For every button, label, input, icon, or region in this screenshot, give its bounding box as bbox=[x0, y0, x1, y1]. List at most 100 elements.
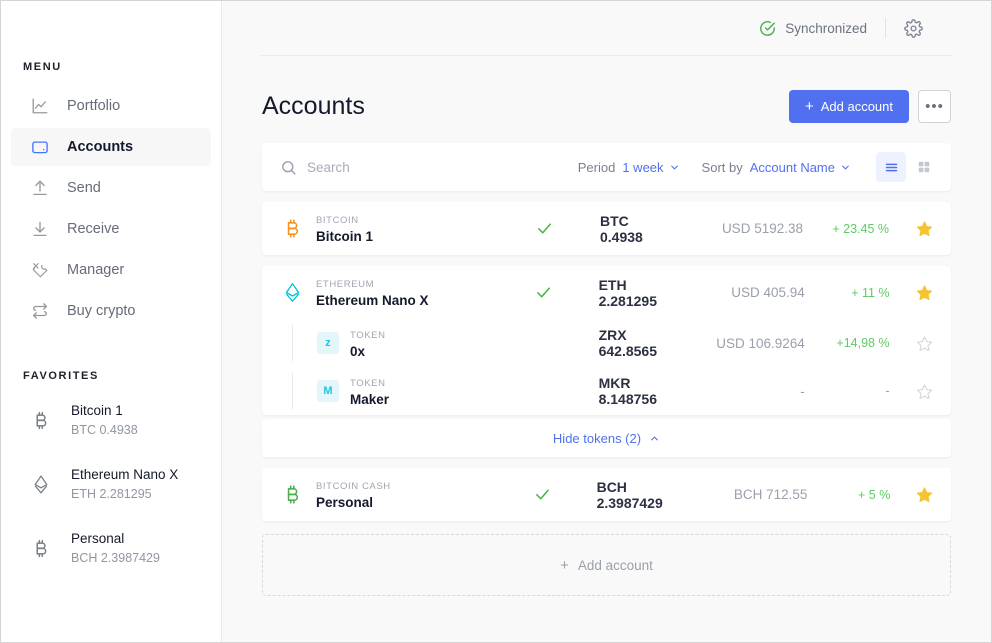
favorite-item[interactable]: Personal BCH 2.3987429 bbox=[1, 524, 221, 572]
token-indent-line bbox=[280, 324, 304, 362]
bitcoin-cash-icon bbox=[31, 537, 51, 559]
sidebar-item-accounts[interactable]: Accounts bbox=[11, 128, 211, 166]
account-change: + 23.45 % bbox=[832, 221, 889, 236]
account-name: Ethereum Nano X bbox=[316, 293, 429, 309]
token-change: +14,98 % bbox=[836, 336, 890, 350]
hide-tokens-toggle[interactable]: Hide tokens (2) bbox=[262, 419, 951, 457]
sidebar-item-label: Portfolio bbox=[67, 98, 121, 114]
grid-view-icon[interactable] bbox=[909, 152, 939, 182]
sync-check-icon bbox=[496, 486, 589, 503]
star-outline-icon[interactable] bbox=[896, 335, 933, 352]
favorites-section: FAVORITES Bitcoin 1 BTC 0.4938 Ethereum Na… bbox=[1, 370, 221, 572]
account-fiat-value: USD 5192.38 bbox=[721, 221, 803, 236]
favorite-item[interactable]: Bitcoin 1 BTC 0.4938 bbox=[1, 396, 221, 444]
sidebar: MENU Portfolio Accounts Send Receive Manager… bbox=[1, 1, 222, 642]
token-name-cell: M TOKEN Maker bbox=[280, 372, 496, 410]
app-window: MENU Portfolio Accounts Send Receive Manager… bbox=[0, 0, 992, 643]
favorite-amount: BCH 2.3987429 bbox=[71, 550, 160, 565]
account-card: ETHEREUM Ethereum Nano X ETH 2.281295 US… bbox=[262, 266, 951, 415]
token-name-cell: z TOKEN 0x bbox=[280, 324, 496, 362]
account-row[interactable]: BITCOIN CASH Personal BCH 2.3987429 BCH … bbox=[262, 468, 951, 521]
account-kind: ETHEREUM bbox=[316, 279, 375, 291]
list-view-icon[interactable] bbox=[876, 152, 906, 182]
plus-icon: + bbox=[804, 98, 814, 115]
sidebar-item-portfolio[interactable]: Portfolio bbox=[11, 87, 211, 125]
favorite-item[interactable]: Ethereum Nano X ETH 2.281295 bbox=[1, 460, 221, 508]
favorites-section-label: FAVORITES bbox=[23, 370, 99, 382]
account-amount: BTC 0.4938 bbox=[600, 212, 643, 245]
favorite-amount: BTC 0.4938 bbox=[71, 422, 138, 437]
check-circle-icon bbox=[759, 20, 776, 37]
gear-icon[interactable] bbox=[904, 18, 923, 38]
token-row[interactable]: z TOKEN 0x ZRX 642.8565 USD 106.9264 +14… bbox=[262, 319, 951, 367]
hide-tokens-label: Hide tokens (2) bbox=[552, 430, 642, 446]
favorite-name: Personal bbox=[71, 531, 125, 547]
token-fiat-value: - bbox=[800, 383, 805, 399]
account-kind: BITCOIN bbox=[316, 215, 359, 227]
sidebar-item-send[interactable]: Send bbox=[11, 169, 211, 207]
ellipsis-icon: ••• bbox=[925, 98, 944, 115]
token-kind: TOKEN bbox=[350, 377, 386, 389]
star-filled-icon[interactable] bbox=[896, 486, 933, 503]
token-fiat-value: USD 106.9264 bbox=[716, 335, 805, 351]
accounts-list: BITCOIN Bitcoin 1 BTC 0.4938 USD 5192.38… bbox=[262, 202, 951, 521]
plus-icon: + bbox=[560, 556, 569, 574]
add-account-placeholder[interactable]: + Add account bbox=[262, 534, 951, 596]
account-card: BITCOIN Bitcoin 1 BTC 0.4938 USD 5192.38… bbox=[262, 202, 951, 255]
sidebar-item-manager[interactable]: Manager bbox=[11, 251, 211, 289]
account-row[interactable]: BITCOIN Bitcoin 1 BTC 0.4938 USD 5192.38… bbox=[262, 202, 951, 255]
sidebar-item-buy-crypto[interactable]: Buy crypto bbox=[11, 292, 211, 330]
account-amount: BCH 2.3987429 bbox=[596, 478, 663, 511]
sidebar-item-label: Receive bbox=[67, 221, 120, 237]
account-row[interactable]: ETHEREUM Ethereum Nano X ETH 2.281295 US… bbox=[262, 266, 951, 319]
menu-section-label: MENU bbox=[23, 61, 62, 73]
period-value-dropdown[interactable]: 1 week bbox=[622, 160, 679, 175]
account-amount: ETH 2.281295 bbox=[598, 276, 657, 309]
sync-status-label: Synchronized bbox=[785, 20, 867, 36]
account-card: BITCOIN CASH Personal BCH 2.3987429 BCH … bbox=[262, 468, 951, 521]
star-outline-icon[interactable] bbox=[896, 383, 933, 400]
sidebar-nav: Portfolio Accounts Send Receive Manager Buy c… bbox=[1, 87, 221, 330]
chevron-down-icon bbox=[669, 162, 680, 173]
search-icon bbox=[280, 159, 297, 176]
sidebar-item-label: Manager bbox=[67, 262, 125, 278]
account-fiat-value: BCH 712.55 bbox=[733, 487, 808, 502]
token-indent-line bbox=[280, 372, 304, 410]
add-account-button[interactable]: + Add account bbox=[788, 90, 909, 123]
favorite-name: Bitcoin 1 bbox=[71, 403, 123, 419]
sync-status[interactable]: Synchronized bbox=[759, 20, 867, 37]
sync-check-icon bbox=[496, 220, 592, 237]
token-amount: ZRX 642.8565 bbox=[598, 327, 657, 359]
account-kind: BITCOIN CASH bbox=[316, 481, 391, 493]
search-input[interactable] bbox=[307, 159, 527, 175]
account-change: + 11 % bbox=[851, 285, 890, 300]
sidebar-item-label: Send bbox=[67, 180, 101, 196]
tools-icon bbox=[31, 261, 49, 279]
account-name-cell: BITCOIN Bitcoin 1 bbox=[280, 210, 496, 246]
sort-value-dropdown[interactable]: Account Name bbox=[750, 160, 851, 175]
token-change: - bbox=[885, 384, 890, 398]
account-name: Personal bbox=[316, 495, 374, 511]
page-title: Accounts bbox=[262, 92, 365, 120]
account-name-cell: ETHEREUM Ethereum Nano X bbox=[280, 274, 496, 310]
account-change: + 5 % bbox=[858, 487, 891, 502]
bitcoin-icon bbox=[31, 409, 51, 431]
ethereum-icon bbox=[31, 473, 51, 495]
token-amount: MKR 8.148756 bbox=[598, 375, 657, 407]
sort-label: Sort by bbox=[701, 159, 743, 175]
favorite-name: Ethereum Nano X bbox=[71, 467, 179, 483]
header-actions: + Add account ••• bbox=[788, 90, 951, 123]
star-filled-icon[interactable] bbox=[895, 220, 933, 237]
chevron-down-icon bbox=[840, 162, 851, 173]
token-row[interactable]: M TOKEN Maker MKR 8.148756 - - bbox=[262, 367, 951, 415]
view-toggle bbox=[873, 152, 939, 182]
chart-line-icon bbox=[31, 97, 49, 115]
token-badge: z bbox=[317, 332, 339, 354]
star-filled-icon[interactable] bbox=[896, 284, 933, 301]
bitcoin-icon bbox=[280, 218, 304, 239]
favorite-amount: ETH 2.281295 bbox=[71, 486, 152, 501]
account-fiat-value: USD 405.94 bbox=[731, 285, 805, 300]
more-options-button[interactable]: ••• bbox=[918, 90, 951, 123]
bitcoin-cash-icon bbox=[280, 484, 304, 505]
sidebar-item-receive[interactable]: Receive bbox=[11, 210, 211, 248]
